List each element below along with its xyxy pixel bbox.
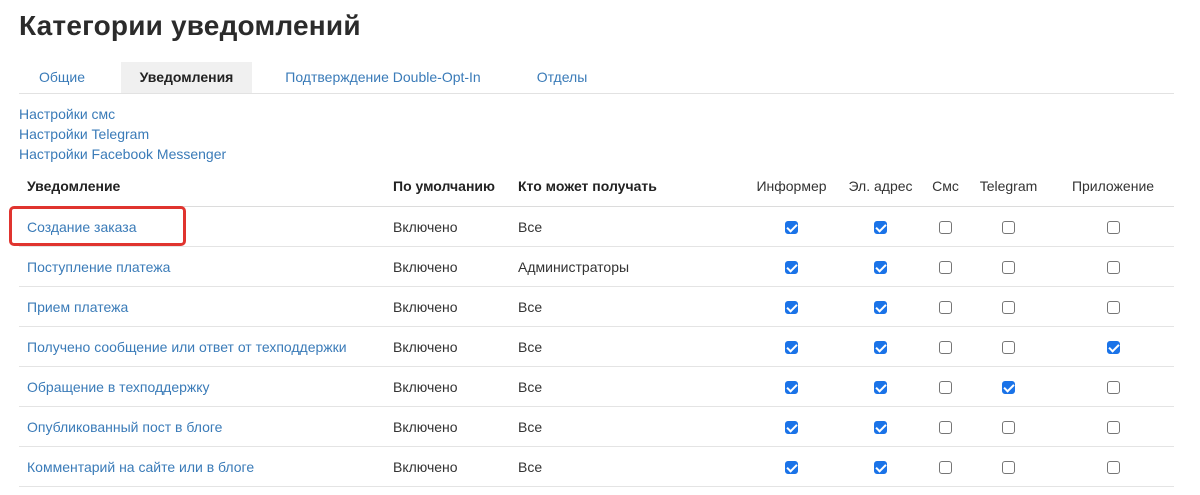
recipients: Администраторы	[510, 246, 748, 287]
notification-name-link[interactable]: Поступление платежа	[27, 259, 170, 275]
telegram-checkbox[interactable]	[1002, 221, 1015, 235]
col-header-app: Приложение	[1052, 166, 1174, 207]
tab-general[interactable]: Общие	[19, 62, 105, 93]
col-header-informer: Информер	[748, 166, 835, 207]
default-state: Включено	[385, 246, 510, 287]
recipients: Все	[510, 286, 748, 327]
tab-bar: Общие Уведомления Подтверждение Double-O…	[19, 62, 1174, 94]
notification-name-link[interactable]: Получено сообщение или ответ от техподде…	[27, 339, 347, 355]
informer-checkbox[interactable]	[785, 381, 798, 395]
sms-checkbox[interactable]	[939, 381, 952, 395]
recipients: Все	[510, 406, 748, 447]
default-state: Включено	[385, 326, 510, 367]
table-row: Комментарий на сайте или в блоге Включено…	[19, 446, 1174, 487]
telegram-checkbox[interactable]	[1002, 341, 1015, 355]
telegram-settings-link[interactable]: Настройки Telegram	[19, 124, 226, 144]
col-header-email: Эл. адрес	[835, 166, 926, 207]
default-state: Включено	[385, 206, 510, 247]
sms-checkbox[interactable]	[939, 341, 952, 355]
col-header-sms: Смс	[926, 166, 965, 207]
sms-settings-link[interactable]: Настройки смс	[19, 104, 226, 124]
facebook-messenger-settings-link[interactable]: Настройки Facebook Messenger	[19, 144, 226, 164]
app-checkbox[interactable]	[1106, 301, 1120, 315]
telegram-checkbox[interactable]	[1002, 421, 1015, 435]
default-state: Включено	[385, 446, 510, 487]
informer-checkbox[interactable]	[785, 301, 798, 315]
default-state: Включено	[385, 406, 510, 447]
app-checkbox[interactable]	[1106, 261, 1120, 275]
email-checkbox[interactable]	[874, 261, 887, 275]
notification-name-link[interactable]: Комментарий на сайте или в блоге	[27, 459, 254, 475]
app-checkbox[interactable]	[1106, 421, 1120, 435]
sms-checkbox[interactable]	[939, 461, 952, 475]
recipients: Все	[510, 206, 748, 247]
default-state: Включено	[385, 286, 510, 327]
recipients: Все	[510, 446, 748, 487]
app-checkbox[interactable]	[1106, 461, 1120, 475]
default-state: Включено	[385, 366, 510, 407]
col-header-default: По умолчанию	[385, 166, 510, 207]
table-row: Поступление платежа Включено Администратор…	[19, 246, 1174, 287]
informer-checkbox[interactable]	[785, 341, 798, 355]
notification-name-link[interactable]: Прием платежа	[27, 299, 128, 315]
email-checkbox[interactable]	[874, 381, 887, 395]
email-checkbox[interactable]	[874, 461, 887, 475]
informer-checkbox[interactable]	[785, 461, 798, 475]
telegram-checkbox[interactable]	[1002, 461, 1015, 475]
tab-double-opt-in[interactable]: Подтверждение Double-Opt-In	[273, 62, 493, 93]
col-header-telegram: Telegram	[965, 166, 1052, 207]
sms-checkbox[interactable]	[939, 301, 952, 315]
telegram-checkbox[interactable]	[1002, 261, 1015, 275]
notification-name-link[interactable]: Создание заказа	[27, 219, 137, 235]
table-row: Получено сообщение или ответ от техподде…	[19, 326, 1174, 367]
sms-checkbox[interactable]	[939, 261, 952, 275]
table-header-row: Уведомление По умолчанию Кто может получ…	[19, 166, 1174, 207]
email-checkbox[interactable]	[874, 421, 887, 435]
table-row: Обращение в техподдержку Включено Все	[19, 366, 1174, 407]
email-checkbox[interactable]	[874, 341, 887, 355]
sms-checkbox[interactable]	[939, 221, 952, 235]
informer-checkbox[interactable]	[785, 261, 798, 275]
informer-checkbox[interactable]	[785, 421, 798, 435]
notification-name-link[interactable]: Обращение в техподдержку	[27, 379, 210, 395]
settings-links: Настройки смс Настройки Telegram Настрой…	[19, 104, 226, 164]
recipients: Все	[510, 326, 748, 367]
app-checkbox[interactable]	[1106, 221, 1120, 235]
telegram-checkbox[interactable]	[1002, 381, 1015, 395]
notification-name-link[interactable]: Опубликованный пост в блоге	[27, 419, 222, 435]
page-title: Категории уведомлений	[19, 10, 361, 41]
informer-checkbox[interactable]	[785, 221, 798, 235]
email-checkbox[interactable]	[874, 301, 887, 315]
table-row: Прием платежа Включено Все	[19, 286, 1174, 327]
notifications-table: Уведомление По умолчанию Кто может получ…	[19, 166, 1174, 487]
tab-departments[interactable]: Отделы	[515, 62, 609, 93]
email-checkbox[interactable]	[874, 221, 887, 235]
app-checkbox[interactable]	[1106, 341, 1120, 355]
sms-checkbox[interactable]	[939, 421, 952, 435]
tab-notifications[interactable]: Уведомления	[121, 62, 252, 93]
col-header-recipients: Кто может получать	[510, 166, 748, 207]
telegram-checkbox[interactable]	[1002, 301, 1015, 315]
col-header-notification: Уведомление	[19, 166, 385, 207]
app-checkbox[interactable]	[1106, 381, 1120, 395]
recipients: Все	[510, 366, 748, 407]
table-row: Создание заказа Включено Все	[19, 206, 1174, 247]
table-row: Опубликованный пост в блоге Включено Все	[19, 406, 1174, 447]
